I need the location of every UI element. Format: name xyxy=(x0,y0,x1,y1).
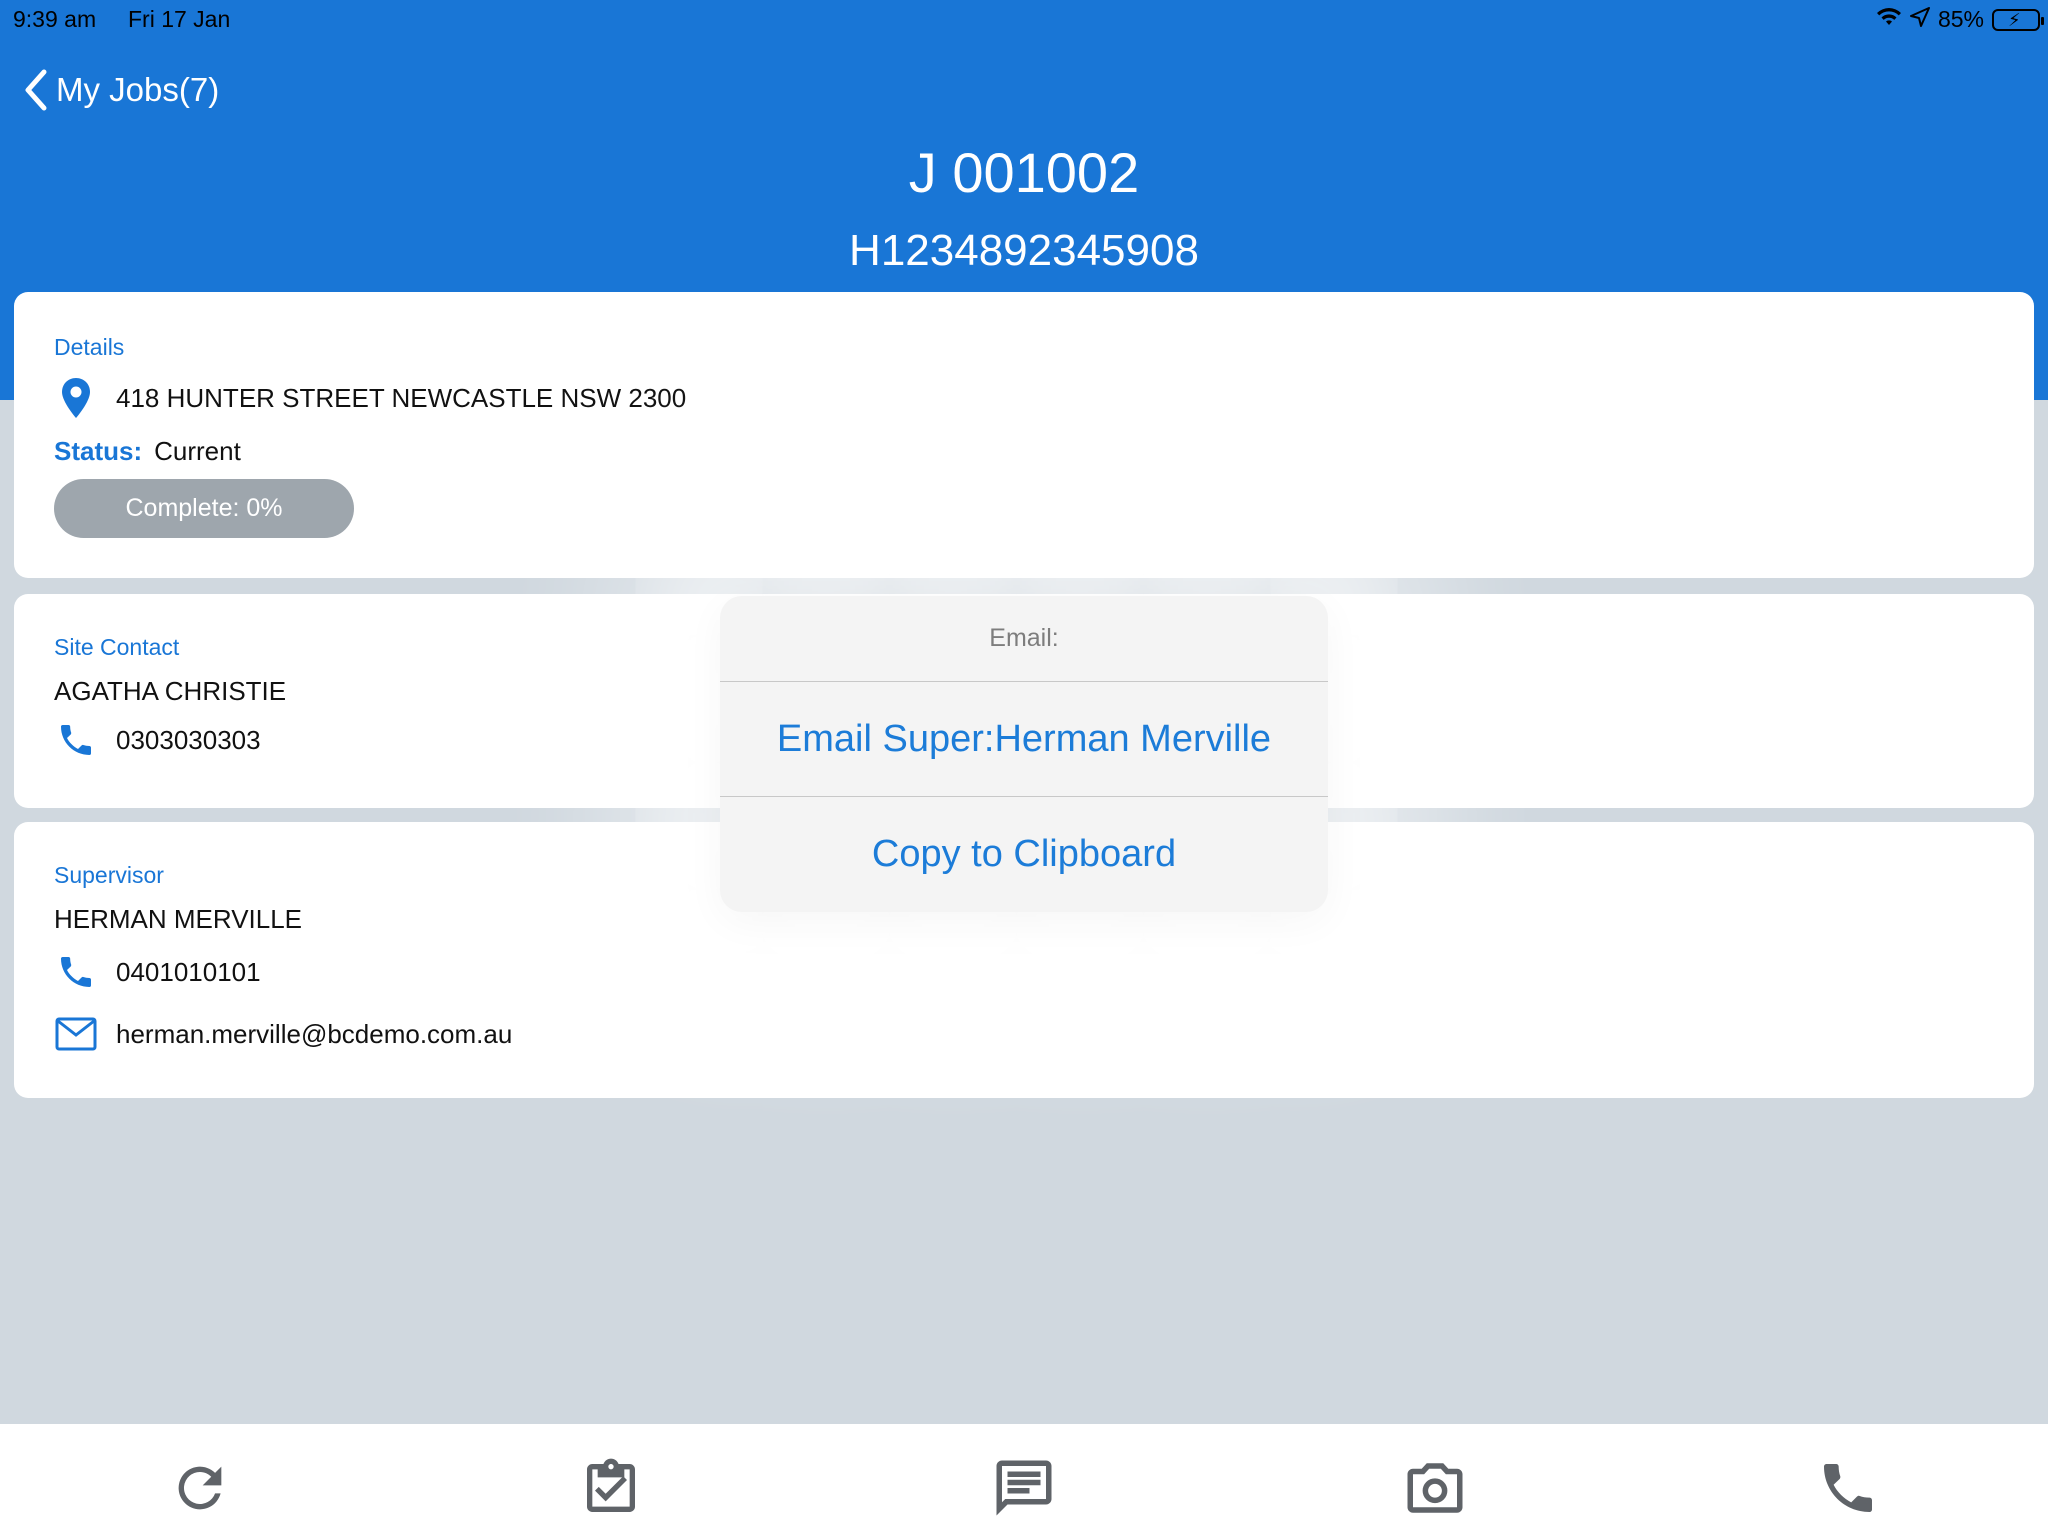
back-label: My Jobs(7) xyxy=(56,71,220,108)
status-bar: 9:39 am Fri 17 Jan 85% ⚡ xyxy=(0,0,2048,40)
status-time: 9:39 am xyxy=(13,6,97,32)
messages-tab[interactable] xyxy=(986,1450,1062,1526)
back-button[interactable]: My Jobs(7) xyxy=(22,68,219,112)
call-tab[interactable] xyxy=(1810,1450,1886,1526)
complete-progress-button[interactable]: Complete: 0% xyxy=(54,479,354,538)
address-text: 418 HUNTER STREET NEWCASTLE NSW 2300 xyxy=(116,382,687,413)
mail-icon xyxy=(54,1012,98,1056)
copy-to-clipboard-option[interactable]: Copy to Clipboard xyxy=(720,797,1328,912)
site-contact-phone: 0303030303 xyxy=(116,724,261,755)
location-arrow-icon xyxy=(1909,6,1930,33)
wifi-icon xyxy=(1876,6,1902,33)
email-action-popover: Email: Email Super:Herman Merville Copy … xyxy=(720,596,1328,912)
site-contact-label: Site Contact xyxy=(54,634,180,660)
refresh-icon xyxy=(178,1466,222,1510)
supervisor-email-row[interactable]: herman.merville@bcdemo.com.au xyxy=(54,1012,512,1056)
status-line: Status: Current xyxy=(54,436,241,467)
supervisor-name: HERMAN MERVILLE xyxy=(54,904,303,934)
supervisor-phone: 0401010101 xyxy=(116,956,261,987)
details-card: Details 418 HUNTER STREET NEWCASTLE NSW … xyxy=(14,292,2034,578)
details-label: Details xyxy=(54,334,125,360)
status-date: Fri 17 Jan xyxy=(128,6,231,32)
page-title: J 001002 xyxy=(908,141,1140,204)
camera-tab[interactable] xyxy=(1397,1450,1473,1526)
status-value: Current xyxy=(154,436,241,466)
clipboard-check-icon xyxy=(587,1458,635,1512)
email-super-option[interactable]: Email Super:Herman Merville xyxy=(720,682,1328,797)
popover-title: Email: xyxy=(720,596,1328,682)
address-row[interactable]: 418 HUNTER STREET NEWCASTLE NSW 2300 xyxy=(54,376,686,420)
map-pin-icon xyxy=(54,376,98,420)
site-contact-name: AGATHA CHRISTIE xyxy=(54,676,287,706)
chevron-left-icon xyxy=(25,69,47,111)
camera-icon xyxy=(1407,1463,1463,1513)
phone-icon xyxy=(1824,1464,1872,1512)
status-key: Status: xyxy=(54,436,143,466)
site-contact-phone-row[interactable]: 0303030303 xyxy=(54,718,261,762)
bottom-tab-bar xyxy=(0,1424,2048,1536)
phone-icon xyxy=(54,718,98,762)
status-right: 85% ⚡ xyxy=(1876,6,2044,33)
refresh-tab[interactable] xyxy=(162,1450,238,1526)
battery-icon: ⚡ xyxy=(1992,8,2044,31)
page-subtitle: H1234892345908 xyxy=(849,226,1199,275)
phone-icon xyxy=(54,950,98,994)
tasks-tab[interactable] xyxy=(573,1450,649,1526)
supervisor-label: Supervisor xyxy=(54,862,164,888)
supervisor-phone-row[interactable]: 0401010101 xyxy=(54,950,261,994)
page: 9:39 am Fri 17 Jan 85% ⚡ My Jobs(7) J 00… xyxy=(0,0,2048,1536)
supervisor-email: herman.merville@bcdemo.com.au xyxy=(116,1018,513,1049)
message-icon xyxy=(996,1460,1052,1516)
battery-percent: 85% xyxy=(1937,6,1984,32)
